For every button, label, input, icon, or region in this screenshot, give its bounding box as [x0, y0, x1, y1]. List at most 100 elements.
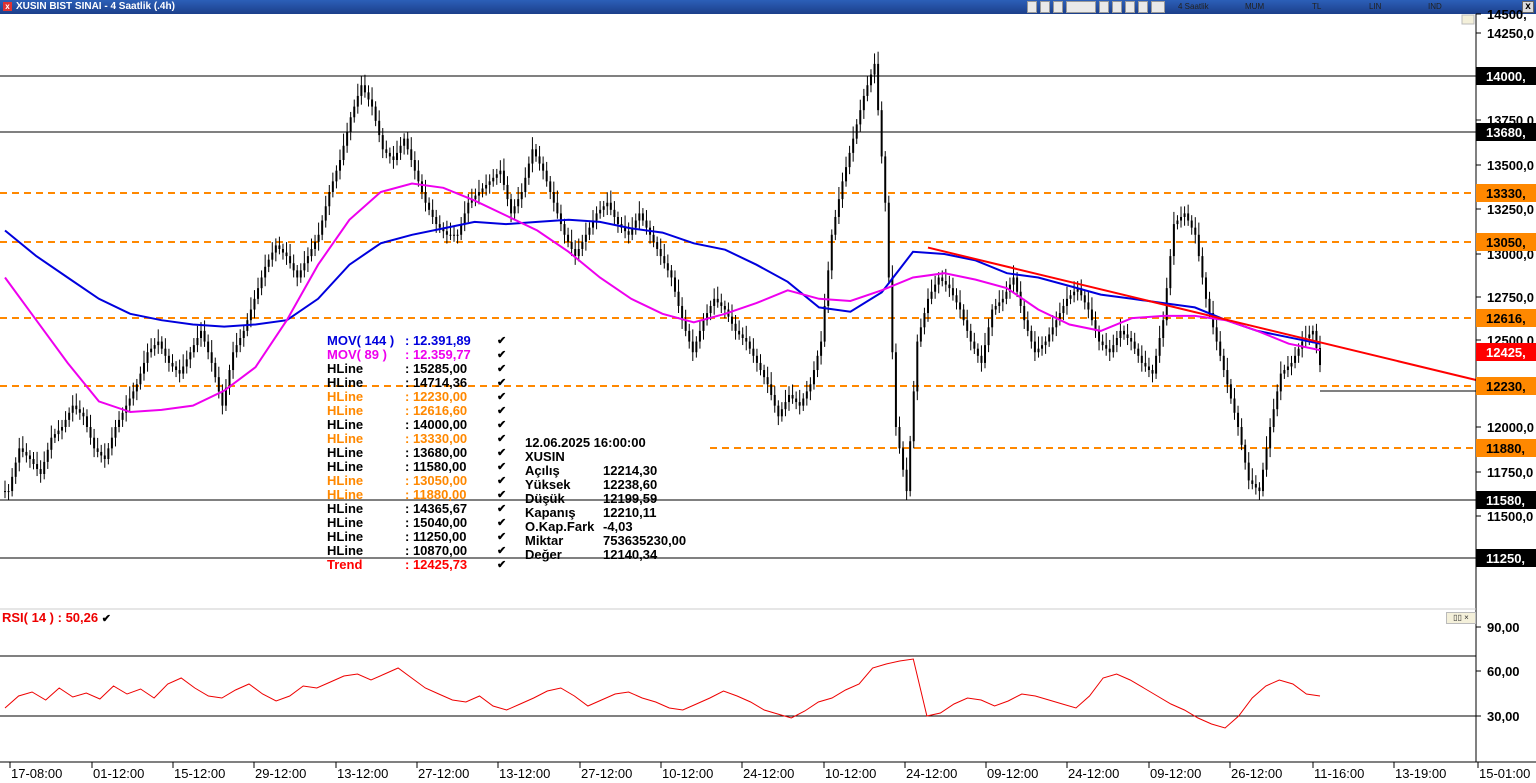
candle-body — [68, 412, 71, 420]
check-icon[interactable]: ✔ — [497, 348, 506, 362]
candle-body — [991, 309, 994, 328]
candle-body — [1133, 341, 1136, 349]
legend-value: : 15285,00 — [405, 361, 468, 376]
candle-body — [424, 192, 427, 203]
legend-value: : 13680,00 — [405, 445, 468, 460]
candle-body — [142, 362, 145, 374]
candle-body — [1176, 220, 1179, 225]
candle-body — [759, 362, 762, 371]
candle-body — [606, 202, 609, 207]
candle-body — [388, 152, 391, 157]
candle-body — [1180, 216, 1183, 221]
candle-body — [46, 449, 49, 462]
check-icon[interactable]: ✔ — [497, 404, 506, 418]
candle-body — [1105, 345, 1108, 349]
check-icon[interactable]: ✔ — [497, 390, 506, 404]
check-icon[interactable]: ✔ — [497, 362, 506, 376]
check-icon[interactable]: ✔ — [497, 334, 506, 348]
candle-body — [392, 156, 395, 160]
check-icon[interactable]: ✔ — [497, 418, 506, 432]
candle-body — [937, 277, 940, 285]
candle-body — [1172, 224, 1175, 257]
candle-body — [7, 491, 10, 493]
legend-value: : 10870,00 — [405, 543, 468, 558]
candle-body — [1112, 345, 1115, 353]
candle-body — [481, 188, 484, 193]
check-icon[interactable]: ✔ — [497, 516, 506, 530]
candle-body — [966, 320, 969, 331]
time-tick-label: 13-12:00 — [499, 766, 550, 781]
check-icon[interactable]: ✔ — [497, 460, 506, 474]
check-icon[interactable]: ✔ — [497, 544, 506, 558]
candle-body — [763, 370, 766, 378]
pane-controls-icon[interactable]: ▯▯ × — [1446, 612, 1476, 624]
candle-body — [321, 220, 324, 235]
price-tag: 13680, — [1476, 123, 1536, 141]
candle-body — [1254, 483, 1257, 488]
candle-body — [926, 298, 929, 314]
candle-body — [1083, 295, 1086, 303]
candle-body — [880, 110, 883, 157]
candle-body — [118, 419, 121, 427]
time-tick-label: 27-12:00 — [581, 766, 632, 781]
legend-value: : 12616,60 — [405, 403, 468, 418]
candle-body — [75, 405, 78, 410]
candle-body — [720, 302, 723, 306]
check-icon[interactable]: ✔ — [497, 376, 506, 390]
check-icon[interactable]: ✔ — [497, 432, 506, 446]
candle-body — [1187, 213, 1190, 221]
candle-body — [584, 234, 587, 242]
candle-body — [4, 491, 6, 493]
candle-body — [396, 152, 399, 160]
candle-body — [299, 270, 302, 278]
candle-body — [1169, 256, 1172, 289]
candle-body — [488, 181, 491, 185]
price-chart[interactable]: 14500,14250,013750,013500,013250,013000,… — [0, 0, 1536, 783]
svg-text:14000,: 14000, — [1486, 69, 1526, 84]
info-key: Düşük — [525, 491, 565, 506]
candle-body — [798, 402, 801, 406]
candle-body — [367, 92, 370, 100]
candle-body — [873, 63, 876, 75]
candle-body — [139, 373, 142, 385]
candle-body — [1062, 305, 1065, 314]
check-icon[interactable]: ✔ — [102, 613, 111, 625]
check-icon[interactable]: ✔ — [497, 558, 506, 572]
legend-value: : 12230,00 — [405, 389, 468, 404]
time-tick-label: 13-19:00 — [1395, 766, 1446, 781]
candle-body — [43, 461, 46, 474]
candle-body — [802, 398, 805, 406]
candle-body — [36, 464, 39, 470]
candle-body — [1197, 234, 1200, 257]
candle-body — [324, 206, 327, 221]
scale-lock-icon[interactable] — [1461, 14, 1475, 25]
candle-body — [1144, 362, 1147, 367]
candle-body — [82, 412, 85, 417]
candle-body — [1201, 256, 1204, 278]
candle-body — [887, 202, 890, 278]
candle-body — [314, 241, 317, 249]
candle-body — [1240, 427, 1243, 445]
candle-body — [930, 291, 933, 299]
candle-body — [1183, 213, 1186, 217]
candle-body — [371, 99, 374, 107]
rsi-line[interactable] — [4, 658, 1321, 729]
candle-body — [260, 277, 263, 289]
info-key: O.Kap.Fark — [525, 519, 595, 534]
check-icon[interactable]: ✔ — [497, 488, 506, 502]
check-icon[interactable]: ✔ — [497, 446, 506, 460]
candle-body — [93, 437, 96, 449]
candle-body — [916, 341, 919, 392]
candle-body — [1016, 277, 1019, 292]
candle-body — [100, 451, 103, 456]
candle-body — [923, 313, 926, 328]
check-icon[interactable]: ✔ — [497, 530, 506, 544]
check-icon[interactable]: ✔ — [497, 474, 506, 488]
svg-text:11880,: 11880, — [1486, 441, 1525, 456]
candle-body — [474, 195, 477, 200]
candle-body — [349, 117, 352, 132]
candle-body — [1315, 330, 1318, 348]
candle-body — [39, 469, 42, 474]
check-icon[interactable]: ✔ — [497, 502, 506, 516]
candle-body — [666, 263, 669, 271]
